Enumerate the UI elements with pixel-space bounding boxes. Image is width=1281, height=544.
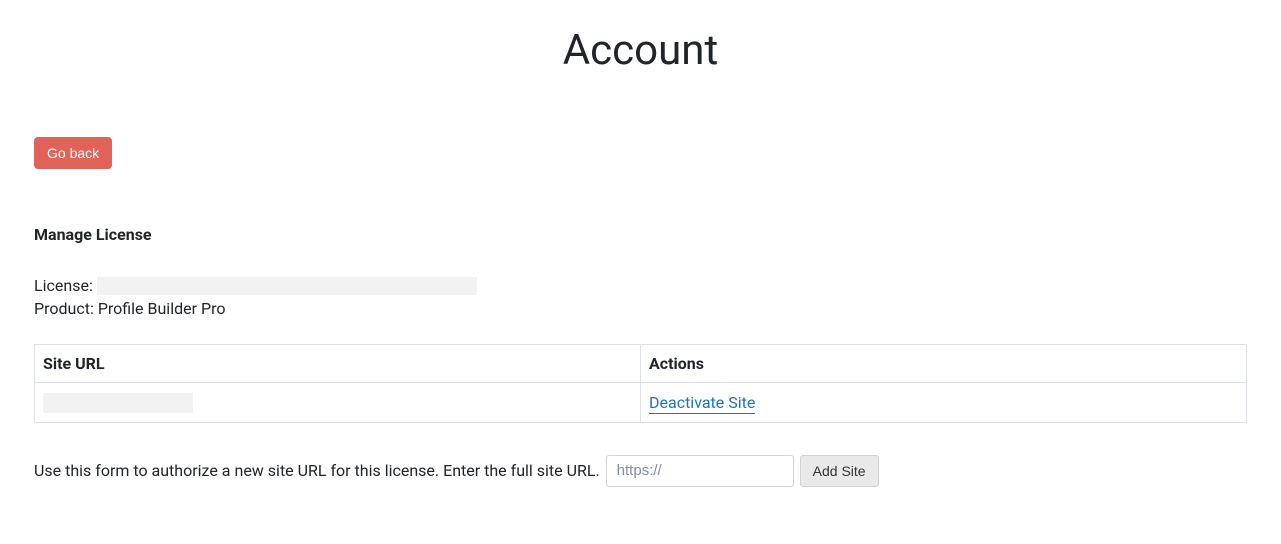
license-label: License: — [34, 276, 93, 295]
site-url-cell — [35, 383, 641, 423]
page-title: Account — [34, 26, 1247, 75]
product-line: Product: Profile Builder Pro — [34, 299, 1247, 318]
site-url-input[interactable] — [606, 455, 794, 487]
product-label: Product: — [34, 299, 94, 318]
product-value: Profile Builder Pro — [98, 299, 226, 318]
add-site-form: Use this form to authorize a new site UR… — [34, 455, 1247, 487]
column-header-actions: Actions — [641, 345, 1247, 383]
sites-table: Site URL Actions Deactivate Site — [34, 344, 1247, 423]
deactivate-site-link[interactable]: Deactivate Site — [649, 393, 755, 414]
column-header-site-url: Site URL — [35, 345, 641, 383]
add-site-button[interactable]: Add Site — [800, 455, 879, 487]
license-value-redacted — [97, 277, 477, 295]
go-back-button[interactable]: Go back — [34, 137, 112, 169]
actions-cell: Deactivate Site — [641, 383, 1247, 423]
add-site-description: Use this form to authorize a new site UR… — [34, 461, 600, 480]
manage-license-heading: Manage License — [34, 225, 1247, 244]
site-url-value-redacted — [43, 393, 193, 413]
license-line: License: — [34, 276, 1247, 295]
table-row: Deactivate Site — [35, 383, 1247, 423]
